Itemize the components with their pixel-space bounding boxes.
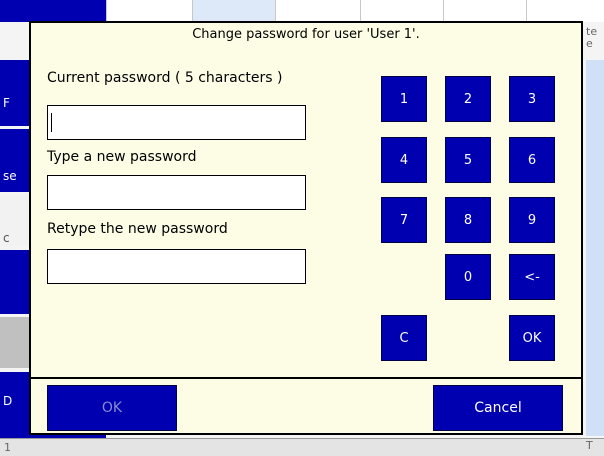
text-caret (51, 113, 52, 132)
bg-status-bar: 1 (0, 438, 604, 456)
current-password-field[interactable] (47, 105, 306, 140)
keypad-8-button[interactable]: 8 (445, 197, 491, 243)
current-password-label: Current password ( 5 characters ) (47, 70, 283, 86)
bg-header-cell (444, 0, 527, 22)
retype-password-field[interactable] (47, 249, 306, 284)
keypad-0-button[interactable]: 0 (445, 254, 491, 300)
bg-header-cell (527, 0, 604, 22)
bg-right-text: e (586, 37, 593, 50)
dialog-title: Change password for user 'User 1'. (192, 27, 420, 42)
bg-side-label: se (3, 169, 17, 183)
bg-status-text: 1 (4, 441, 11, 454)
bg-header-cell (276, 0, 361, 22)
bg-header-cell (107, 0, 193, 22)
ok-button[interactable]: OK (47, 385, 177, 431)
keypad-6-button[interactable]: 6 (509, 137, 555, 183)
cancel-button[interactable]: Cancel (433, 385, 563, 431)
keypad-3-button[interactable]: 3 (509, 76, 555, 122)
bg-header-cell (193, 0, 276, 22)
dialog-divider (31, 377, 581, 379)
keypad-clear-button[interactable]: C (381, 315, 427, 361)
keypad-backspace-button[interactable]: <- (509, 254, 555, 300)
keypad-ok-button[interactable]: OK (509, 315, 555, 361)
change-password-dialog: Change password for user 'User 1'. Curre… (29, 21, 583, 435)
bg-header-cell (361, 0, 444, 22)
keypad-4-button[interactable]: 4 (381, 137, 427, 183)
keypad-9-button[interactable]: 9 (509, 197, 555, 243)
retype-password-label: Retype the new password (47, 221, 228, 237)
bg-side-label: D (3, 394, 13, 408)
keypad-7-button[interactable]: 7 (381, 197, 427, 243)
keypad-2-button[interactable]: 2 (445, 76, 491, 122)
bg-header-cell (0, 0, 107, 22)
bg-side-label: F (3, 96, 10, 110)
new-password-label: Type a new password (47, 149, 197, 165)
bg-right-text: T (586, 439, 593, 452)
new-password-field[interactable] (47, 175, 306, 210)
keypad-1-button[interactable]: 1 (381, 76, 427, 122)
bg-panel (586, 60, 604, 436)
keypad-5-button[interactable]: 5 (445, 137, 491, 183)
bg-side-label: c (3, 231, 10, 245)
